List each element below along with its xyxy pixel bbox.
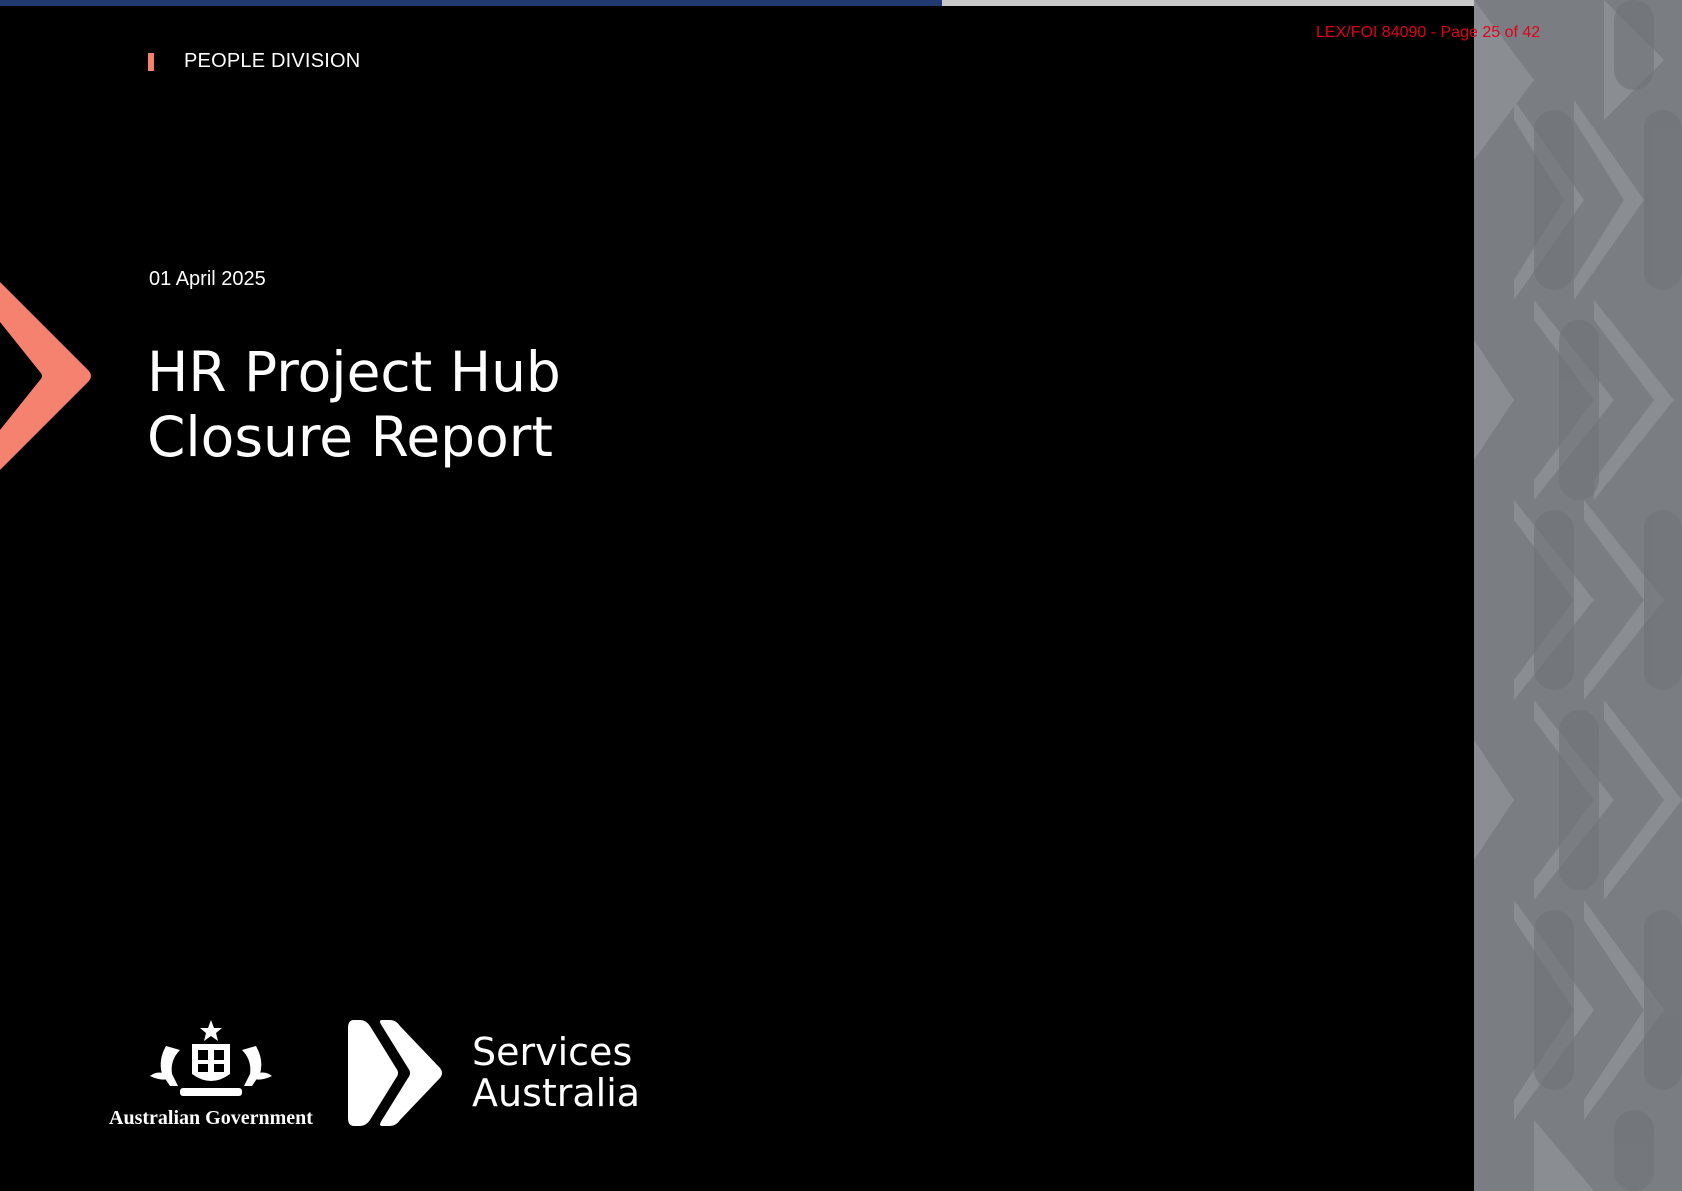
page-stamp: LEX/FOI 84090 - Page 25 of 42 (1316, 24, 1541, 41)
report-date: 01 April 2025 (149, 268, 266, 290)
services-australia-logo-icon (348, 1020, 442, 1126)
chevron-pattern-panel (1474, 0, 1682, 1191)
agency-line1: Services (472, 1030, 633, 1074)
agency-line2: Australia (472, 1071, 641, 1115)
chevron-pattern-icon (1474, 0, 1682, 1191)
coat-of-arms-icon (150, 1020, 272, 1096)
services-australia-wordmark: Services Australia (472, 1032, 640, 1114)
chevron-icon (0, 282, 91, 470)
australian-government-logo: Australian Government (100, 1016, 322, 1130)
top-stripe (0, 0, 1682, 6)
report-title-line1: HR Project Hub (147, 340, 561, 404)
australian-government-label: Australian Government (109, 1107, 313, 1129)
division-label: PEOPLE DIVISION (184, 50, 361, 72)
division-accent-bar (148, 52, 154, 71)
division-header: PEOPLE DIVISION (148, 50, 360, 73)
report-title-line2: Closure Report (147, 405, 553, 469)
report-title: HR Project Hub Closure Report (147, 340, 561, 470)
